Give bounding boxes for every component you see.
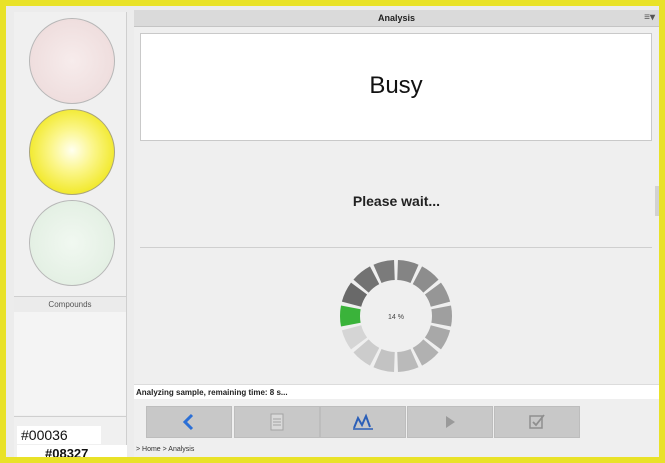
progress-label: 14 % [388,314,404,321]
window-title: Analysis [377,13,416,23]
back-button[interactable] [146,406,232,438]
progress-segment [431,305,452,327]
chevron-left-icon [182,413,194,431]
status-line: Analyzing sample, remaining time: 8 s... [134,384,659,399]
compounds-header: Compounds [14,296,126,313]
traffic-light-green [29,200,115,286]
window-title-bar: Analysis ≡▾ [134,10,659,27]
analyze-icon [353,413,373,430]
document-button[interactable] [234,406,320,438]
app-window: Compounds #00036 #08327 Analysis ≡▾ Busy… [6,6,659,457]
progress-segment [340,305,361,327]
action-toolbar [134,406,659,438]
confirm-button[interactable] [494,406,580,438]
compounds-list[interactable] [14,312,126,415]
status-heading: Busy [369,72,423,99]
breadcrumb[interactable]: > Home > Analysis [136,446,194,453]
analysis-panel: Analysis ≡▾ Busy Please wait... 14 % Ana… [134,10,659,457]
play-button[interactable] [407,406,493,438]
menu-icon[interactable]: ≡▾ [644,10,655,26]
analyze-button[interactable] [320,406,406,438]
status-box: Busy [140,33,652,141]
traffic-light-red [29,18,115,104]
sample-id-primary: #00036 [17,426,101,444]
play-icon [446,416,455,428]
traffic-light-yellow [29,109,115,195]
sample-id-secondary: #08327 [17,445,127,457]
document-icon [270,413,284,431]
progress-spinner: 14 % [340,260,452,372]
status-sidebar: Compounds #00036 #08327 [14,12,127,457]
side-scroll-handle[interactable] [655,186,659,216]
wait-message: Please wait... [352,193,441,209]
content-divider [140,247,652,248]
checkbox-icon [529,414,545,429]
